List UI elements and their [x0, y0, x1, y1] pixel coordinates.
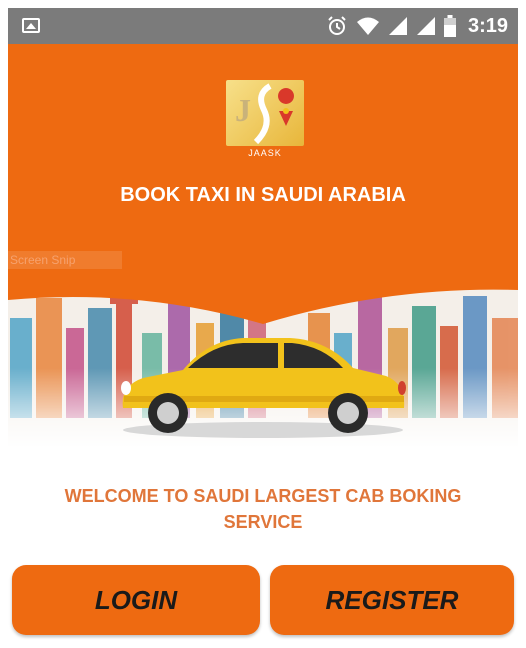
app-screen: 3:19 J JAASK BOOK TAXI IN SAUDI ARABIA S… — [8, 8, 518, 640]
city-car-illustration — [8, 278, 518, 448]
screen-snip-overlay: Screen Snip — [8, 251, 122, 269]
alarm-icon — [328, 16, 346, 35]
signal-icon — [416, 17, 435, 35]
location-pin-icon — [253, 83, 295, 145]
status-icons: 3:19 — [326, 8, 508, 44]
image-icon — [22, 18, 40, 33]
register-button[interactable]: REGISTER — [270, 565, 514, 635]
clock-time: 3:19 — [467, 14, 508, 37]
signal-icon — [388, 17, 407, 35]
welcome-message: WELCOME TO SAUDI LARGEST CAB BOKING SERV… — [64, 486, 462, 532]
login-button[interactable]: LOGIN — [12, 565, 260, 635]
logo-subtext: JAASK — [248, 148, 282, 158]
battery-icon — [443, 15, 456, 37]
status-bar: 3:19 — [8, 8, 518, 44]
logo-badge: J — [226, 80, 304, 146]
wifi-icon — [356, 17, 379, 35]
app-logo: J JAASK — [226, 80, 304, 162]
page-title: BOOK TAXI IN SAUDI ARABIA — [120, 184, 406, 206]
